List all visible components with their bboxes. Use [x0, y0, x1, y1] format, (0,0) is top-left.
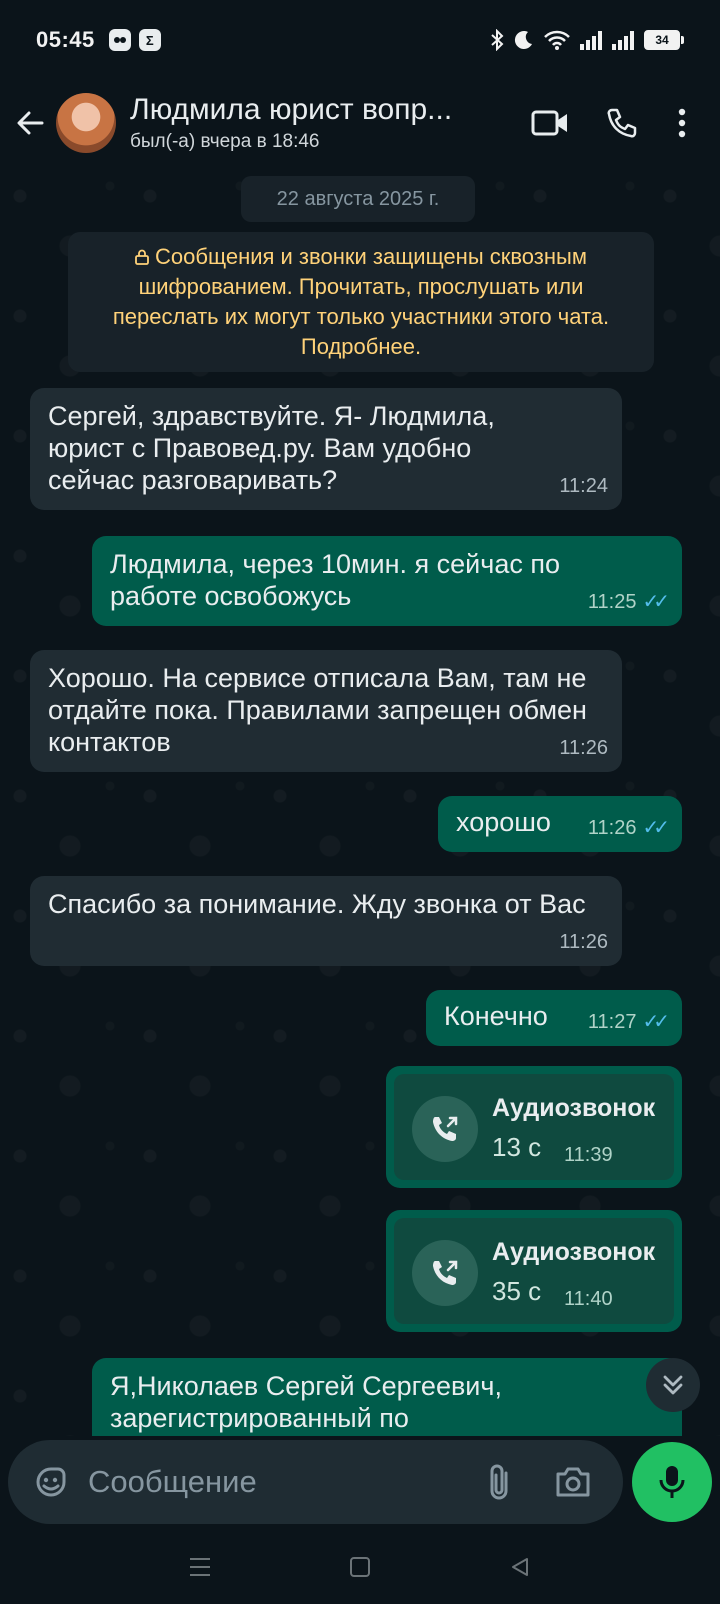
audio-call-card[interactable]: Аудиозвонок 13 с 11:39 — [386, 1066, 682, 1188]
message-outgoing[interactable]: хорошо 11:26 ✓✓ — [438, 796, 682, 852]
home-button[interactable] — [330, 1542, 390, 1592]
signal-icon — [580, 30, 602, 50]
sigma-icon: Σ — [138, 29, 161, 51]
message-time: 11:26 — [559, 737, 608, 759]
scroll-to-bottom-button[interactable] — [646, 1358, 700, 1412]
last-seen: был(-а) вчера в 18:46 — [130, 131, 320, 152]
message-incoming[interactable]: Хорошо. На сервисе отписала Вам, там не … — [30, 650, 622, 772]
message-incoming[interactable]: Сергей, здравствуйте. Я- Людмила, юрист … — [30, 388, 622, 510]
message-time: 11:26 — [587, 817, 637, 839]
camera-button[interactable] — [546, 1455, 600, 1509]
call-title: Аудиозвонок — [492, 1238, 656, 1266]
message-input[interactable] — [88, 1464, 468, 1500]
audio-call-card[interactable]: Аудиозвонок 35 с 11:40 — [386, 1210, 682, 1332]
message-outgoing[interactable]: Людмила, через 10мин. я сейчас по работе… — [92, 536, 682, 626]
call-duration: 35 с — [492, 1276, 542, 1306]
voice-message-button[interactable] — [632, 1442, 712, 1522]
moon-icon — [514, 31, 532, 50]
message-time: 11:25 — [587, 591, 637, 613]
read-receipt-icon: ✓✓ — [642, 591, 669, 613]
wifi-icon — [544, 30, 570, 50]
contact-name: Людмила юрист вопр... — [130, 93, 453, 126]
chat-area[interactable]: 22 августа 2025 г. Сообщения и звонки за… — [0, 166, 720, 1436]
bluetooth-icon — [491, 29, 504, 51]
message-text: Сергей, здравствуйте. Я- Людмила, юрист … — [48, 401, 495, 495]
menu-icon — [190, 1558, 210, 1576]
message-outgoing[interactable]: Конечно 11:27 ✓✓ — [426, 990, 682, 1046]
call-time: 11:39 — [564, 1144, 613, 1166]
video-call-icon — [531, 110, 567, 136]
double-chevron-down-icon — [663, 1375, 683, 1395]
outgoing-call-icon — [433, 1116, 458, 1141]
voice-call-button[interactable] — [586, 93, 658, 153]
input-bar — [0, 1436, 720, 1530]
message-text: Я,Николаев Сергей Сергеевич, зарегистрир… — [110, 1371, 502, 1433]
attach-button[interactable] — [472, 1455, 526, 1509]
contact-info[interactable]: Людмила юрист вопр... был(-а) вчера в 18… — [130, 93, 490, 153]
system-nav-bar — [0, 1530, 720, 1604]
message-text: хорошо — [456, 807, 551, 837]
square-icon — [350, 1557, 370, 1577]
composer — [8, 1440, 623, 1524]
emoji-button[interactable] — [24, 1455, 78, 1509]
record-icon — [108, 29, 131, 51]
signal-icon — [612, 30, 634, 50]
attach-icon — [490, 1464, 508, 1500]
call-icon-circle — [412, 1240, 478, 1306]
message-time: 11:24 — [559, 475, 608, 497]
triangle-back-icon — [512, 1558, 528, 1576]
read-receipt-icon: ✓✓ — [642, 1011, 669, 1033]
video-call-button[interactable] — [514, 93, 586, 153]
emoji-icon — [36, 1467, 66, 1497]
outgoing-call-icon — [433, 1260, 458, 1285]
phone-icon — [607, 108, 637, 138]
mic-icon — [659, 1466, 685, 1498]
recents-button[interactable] — [170, 1542, 230, 1592]
lock-icon — [135, 249, 149, 265]
more-vertical-icon — [678, 108, 686, 138]
message-text: Конечно — [444, 1001, 548, 1031]
call-time: 11:40 — [564, 1288, 613, 1310]
camera-icon — [556, 1467, 590, 1497]
message-outgoing[interactable]: Я,Николаев Сергей Сергеевич, зарегистрир… — [92, 1358, 682, 1436]
read-receipt-icon: ✓✓ — [642, 817, 669, 839]
more-options-button[interactable] — [658, 93, 706, 153]
status-time: 05:45 — [36, 27, 95, 52]
message-text: Людмила, через 10мин. я сейчас по работе… — [110, 549, 560, 611]
encryption-notice[interactable]: Сообщения и звонки защищены сквозным шиф… — [68, 232, 654, 372]
battery-icon: 34 — [644, 30, 684, 50]
call-icon-circle — [412, 1096, 478, 1162]
date-chip: 22 августа 2025 г. — [241, 176, 475, 222]
call-duration: 13 с — [492, 1132, 542, 1162]
message-incoming[interactable]: Спасибо за понимание. Жду звонка от Вас … — [30, 876, 622, 966]
message-text: Хорошо. На сервисе отписала Вам, там не … — [48, 663, 587, 757]
message-time: 11:27 — [587, 1011, 637, 1033]
encryption-notice-text: Сообщения и звонки защищены сквозным шиф… — [112, 244, 610, 359]
chat-header: Людмила юрист вопр... был(-а) вчера в 18… — [0, 80, 720, 166]
message-text: Спасибо за понимание. Жду звонка от Вас — [48, 889, 586, 919]
back-nav-button[interactable] — [490, 1542, 550, 1592]
message-time: 11:26 — [559, 931, 608, 953]
back-arrow-icon — [17, 111, 44, 135]
back-button[interactable] — [0, 93, 60, 153]
avatar[interactable] — [56, 93, 116, 153]
call-title: Аудиозвонок — [492, 1094, 656, 1122]
status-bar: 05:45 Σ 34 — [0, 0, 720, 80]
